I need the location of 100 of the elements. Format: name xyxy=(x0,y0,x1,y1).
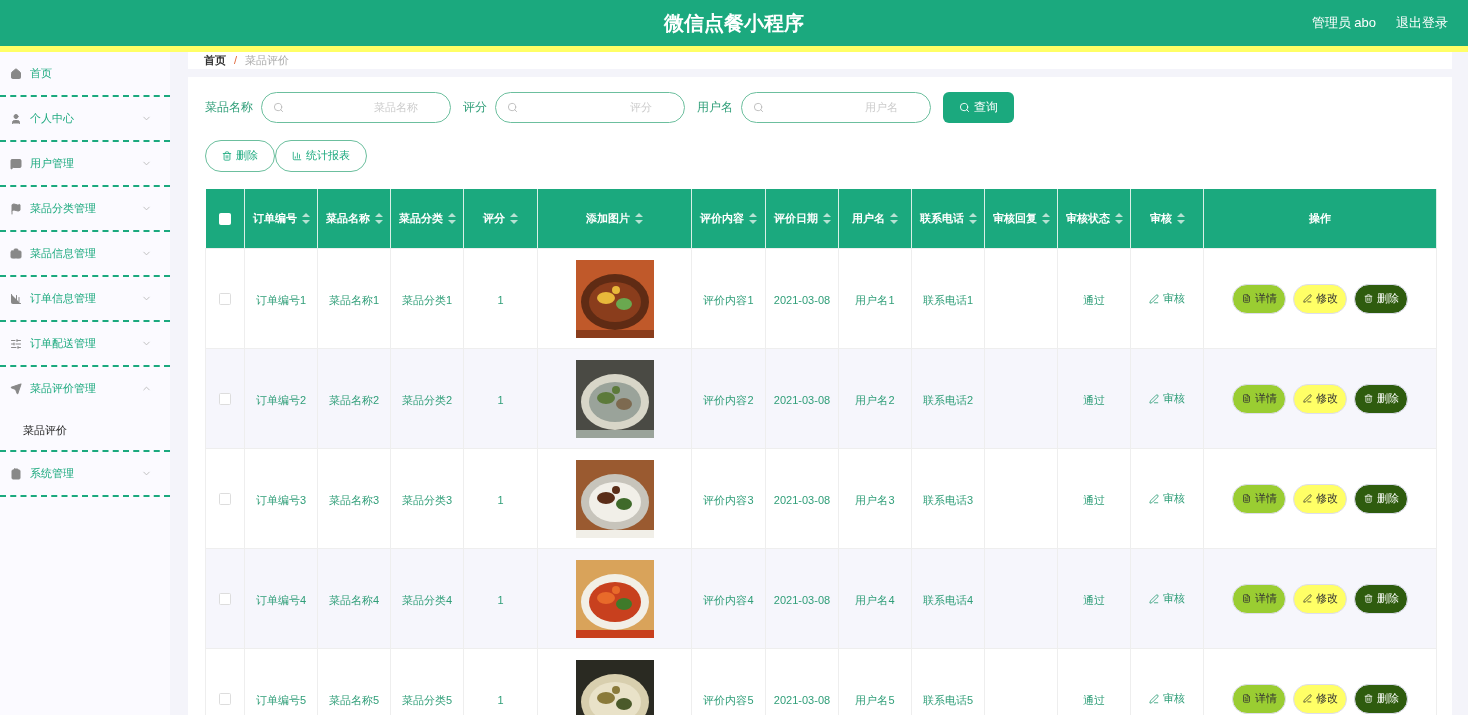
edit-button[interactable]: 修改 xyxy=(1293,483,1347,514)
sort-icon[interactable] xyxy=(374,212,383,224)
sort-icon[interactable] xyxy=(447,212,456,224)
row-checkbox[interactable] xyxy=(219,693,231,706)
sidebar-item[interactable]: 首页 xyxy=(0,52,170,95)
details-button[interactable]: 详情 xyxy=(1232,583,1286,614)
column-header: 菜品名称 xyxy=(325,211,370,226)
document-icon xyxy=(1241,594,1251,603)
sort-icon[interactable] xyxy=(749,212,757,224)
column-header: 审核状态 xyxy=(1065,211,1110,226)
row-checkbox[interactable] xyxy=(219,293,231,306)
table-cell: 评价内容1 xyxy=(703,293,754,306)
pen-icon xyxy=(1149,593,1159,604)
chat-icon xyxy=(10,157,22,170)
delete-button[interactable]: 删除 xyxy=(1354,483,1408,514)
pen-icon xyxy=(1302,694,1312,703)
edit-button[interactable]: 修改 xyxy=(1293,583,1347,614)
sidebar-item[interactable]: 菜品评价管理 xyxy=(0,367,170,410)
sort-icon[interactable] xyxy=(1041,212,1050,224)
sort-icon[interactable] xyxy=(1114,212,1123,224)
pen-icon xyxy=(1302,294,1312,303)
header-checkbox[interactable] xyxy=(218,213,231,225)
breadcrumb-item[interactable]: 首页 xyxy=(204,52,226,69)
table-cell: 通过 xyxy=(1083,393,1105,406)
row-checkbox[interactable] xyxy=(219,593,231,606)
table-cell: 1 xyxy=(497,493,504,506)
query-button[interactable]: 查询 xyxy=(943,91,1014,123)
table-cell: 菜品分类2 xyxy=(401,393,453,406)
audit-link[interactable]: 审核 xyxy=(1149,290,1185,307)
pen-icon xyxy=(1302,394,1312,403)
sidebar-item[interactable]: 菜品信息管理 xyxy=(0,232,170,275)
breadcrumb-separator: / xyxy=(234,53,238,68)
table-cell: 联系电话4 xyxy=(922,593,974,606)
sort-icon[interactable] xyxy=(968,212,977,224)
table-cell: 用户名4 xyxy=(855,593,895,606)
delete-button[interactable]: 删除 xyxy=(1354,383,1408,414)
table-cell: 通过 xyxy=(1083,693,1105,706)
sidebar-item[interactable]: 订单配送管理 xyxy=(0,322,170,365)
audit-link[interactable]: 审核 xyxy=(1149,690,1185,707)
table-cell: 2021-03-08 xyxy=(773,393,831,406)
sidebar-item[interactable]: 系统管理 xyxy=(0,452,170,495)
row-checkbox[interactable] xyxy=(219,393,231,406)
table-cell: 联系电话3 xyxy=(922,493,974,506)
table-cell: 菜品分类3 xyxy=(401,493,453,506)
audit-link[interactable]: 审核 xyxy=(1149,390,1185,407)
delete-button[interactable]: 删除 xyxy=(1354,283,1408,314)
column-header: 评分 xyxy=(483,211,505,226)
edit-button[interactable]: 修改 xyxy=(1293,383,1347,414)
table-cell: 菜品分类1 xyxy=(401,293,453,306)
column-header: 审核回复 xyxy=(992,211,1037,226)
pen-icon xyxy=(1149,393,1159,404)
table-cell: 1 xyxy=(497,593,504,606)
delete-button[interactable]: 删除 xyxy=(1354,683,1408,714)
search-icon xyxy=(273,101,284,113)
sort-icon[interactable] xyxy=(822,212,831,224)
edit-button[interactable]: 修改 xyxy=(1293,283,1347,314)
column-header: 用户名 xyxy=(852,211,885,226)
edit-button[interactable]: 修改 xyxy=(1293,683,1347,714)
sidebar-subitem[interactable]: 菜品评价 xyxy=(0,410,170,450)
details-button[interactable]: 详情 xyxy=(1232,383,1286,414)
briefcase-icon xyxy=(10,247,22,260)
sort-icon[interactable] xyxy=(635,212,643,224)
table-cell: 通过 xyxy=(1083,493,1105,506)
flag-icon xyxy=(10,202,22,215)
table-cell: 菜品名称3 xyxy=(328,493,380,506)
details-button[interactable]: 详情 xyxy=(1232,283,1286,314)
field-label: 用户名 xyxy=(697,99,733,116)
details-button[interactable]: 详情 xyxy=(1232,683,1286,714)
audit-link[interactable]: 审核 xyxy=(1149,590,1185,607)
table-cell: 2021-03-08 xyxy=(773,293,831,306)
audit-link[interactable]: 审核 xyxy=(1149,490,1185,507)
sort-icon[interactable] xyxy=(890,212,898,224)
pen-icon xyxy=(1149,493,1159,504)
sidebar-item[interactable]: 订单信息管理 xyxy=(0,277,170,320)
table-cell: 菜品分类4 xyxy=(401,593,453,606)
pen-icon xyxy=(1302,494,1312,503)
sort-icon[interactable] xyxy=(510,212,518,224)
table-cell: 订单编号2 xyxy=(255,393,307,406)
sidebar-item[interactable]: 个人中心 xyxy=(0,97,170,140)
table-cell: 评价内容2 xyxy=(703,393,754,406)
column-header: 订单编号 xyxy=(252,211,297,226)
pen-icon xyxy=(1149,693,1159,704)
delete-button[interactable]: 删除 xyxy=(1354,583,1408,614)
details-button[interactable]: 详情 xyxy=(1232,483,1286,514)
logout-link[interactable]: 退出登录 xyxy=(1396,13,1448,33)
bar-chart-icon xyxy=(10,292,22,305)
sidebar-item[interactable]: 用户管理 xyxy=(0,142,170,185)
table-cell: 通过 xyxy=(1083,593,1105,606)
table-cell: 2021-03-08 xyxy=(773,693,831,706)
column-header: 评价日期 xyxy=(773,211,818,226)
row-checkbox[interactable] xyxy=(219,493,231,506)
column-header: 添加图片 xyxy=(586,211,630,226)
app-title: 微信点餐小程序 xyxy=(664,11,804,36)
clipboard-icon xyxy=(10,467,22,480)
sidebar-item[interactable]: 菜品分类管理 xyxy=(0,187,170,230)
table-cell: 订单编号3 xyxy=(255,493,307,506)
sort-icon[interactable] xyxy=(301,212,310,224)
column-header: 评价内容 xyxy=(700,211,744,226)
sort-icon[interactable] xyxy=(1176,212,1185,224)
table-cell: 2021-03-08 xyxy=(773,493,831,506)
